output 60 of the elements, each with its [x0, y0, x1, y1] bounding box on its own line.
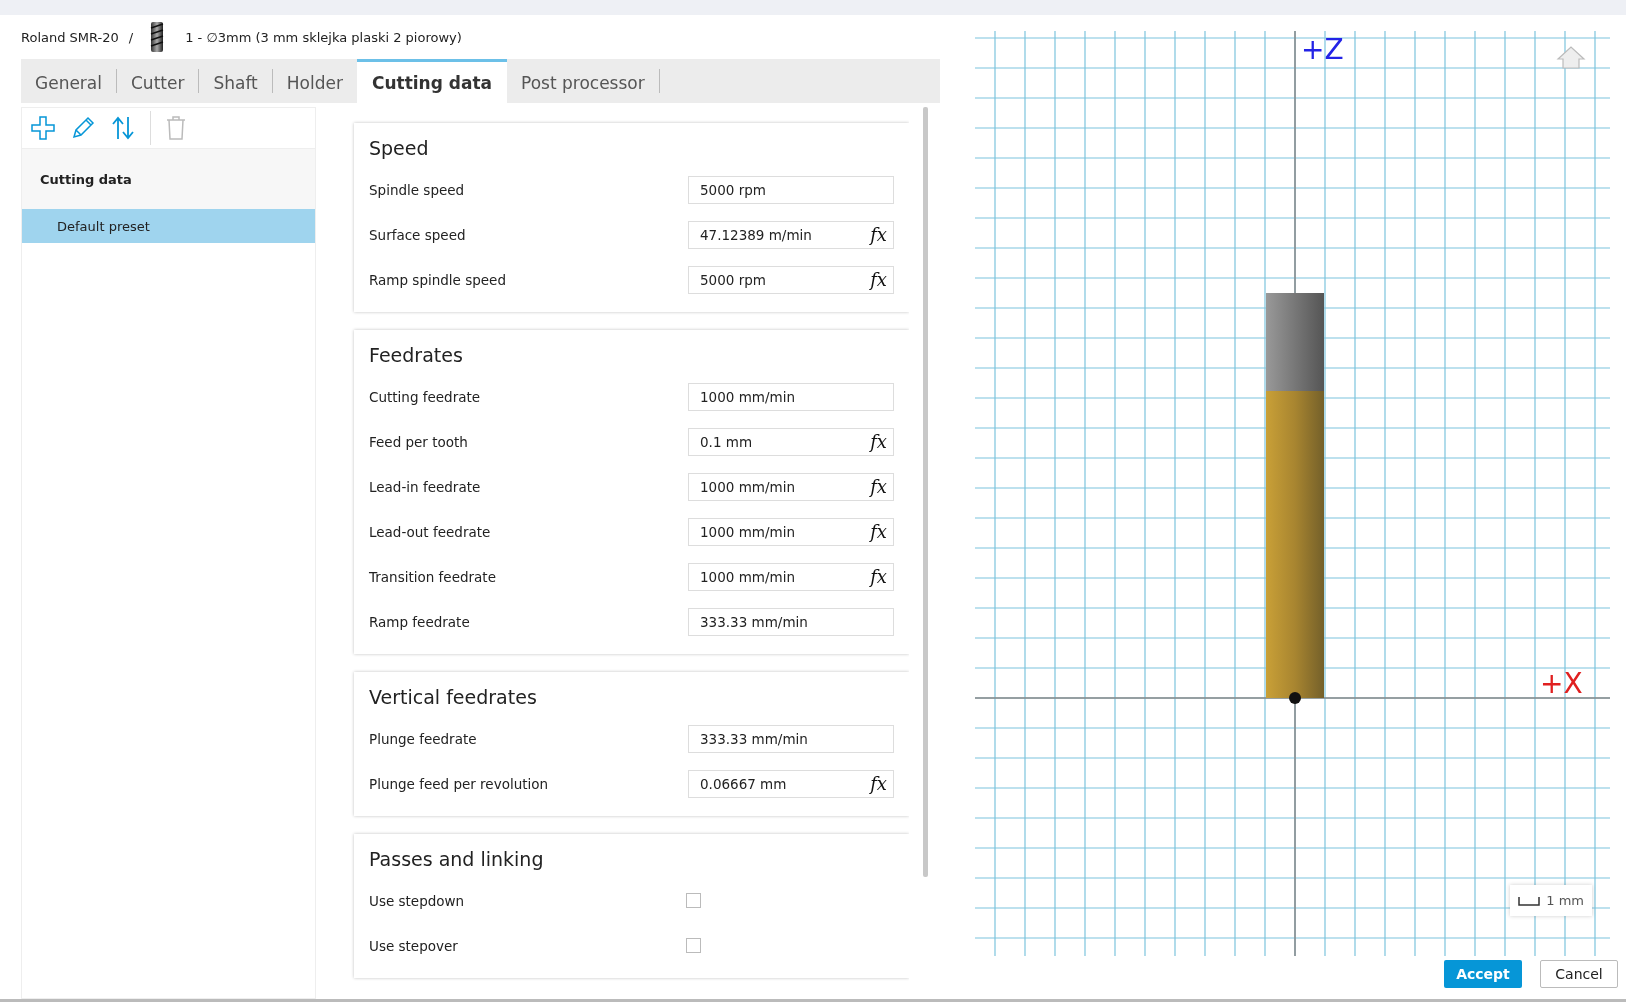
breadcrumb-separator: / [128, 29, 134, 45]
field-label: Surface speed [369, 226, 466, 243]
add-icon[interactable] [30, 115, 56, 141]
field-label: Use stepdown [369, 892, 465, 909]
section-title: Vertical feedrates [369, 686, 538, 708]
field-label: Cutting feedrate [369, 388, 481, 405]
tab[interactable]: Cutting data [356, 59, 508, 103]
formula-button[interactable]: fx [870, 431, 887, 452]
field-label: Spindle speed [369, 181, 465, 198]
tool-name: 1 - ∅3mm (3 mm sklejka plaski 2 piorowy) [185, 29, 462, 45]
section-title: Passes and linking [369, 848, 545, 870]
field-label: Use stepover [369, 937, 458, 954]
field-label: Transition feedrate [369, 568, 496, 585]
x-axis-label: +X [1540, 667, 1583, 700]
trash-icon[interactable] [165, 115, 187, 141]
field-label: Feed per tooth [369, 433, 468, 450]
input-field[interactable]: 47.12389 m/min fx [688, 220, 894, 249]
scrollbar[interactable] [923, 107, 928, 877]
end-mill-icon [149, 22, 166, 52]
formula-button[interactable]: fx [870, 773, 887, 794]
formula-button[interactable]: fx [870, 269, 887, 290]
field-label: Ramp feedrate [369, 613, 470, 630]
input-field[interactable]: 0.1 mm fx [688, 427, 894, 456]
z-axis-label: +Z [1301, 33, 1344, 66]
formula-button[interactable]: fx [870, 224, 887, 245]
input-field[interactable]: 1000 mm/min fx [688, 517, 894, 546]
checkbox[interactable] [686, 893, 701, 908]
scale-label: 1 mm [1546, 893, 1584, 908]
input-field[interactable]: 333.33 mm/min [688, 724, 894, 753]
checkbox[interactable] [686, 938, 701, 953]
field-label: Ramp spindle speed [369, 271, 506, 288]
cancel-button[interactable]: Cancel [1540, 960, 1618, 988]
field-label: Lead-in feedrate [369, 478, 481, 495]
home-icon[interactable] [1556, 46, 1586, 69]
formula-button[interactable]: fx [870, 521, 887, 542]
formula-button[interactable]: fx [870, 566, 887, 587]
section-title: Feedrates [369, 344, 464, 366]
field-label: Plunge feed per revolution [369, 775, 549, 792]
scale-bar-icon [1518, 895, 1541, 906]
tab[interactable]: Shaft [199, 59, 272, 103]
input-field[interactable]: 1000 mm/min [688, 382, 894, 411]
tab[interactable]: Cutter [117, 59, 199, 103]
sidebar-title: Cutting data [40, 171, 132, 187]
preset-item[interactable]: Default preset [22, 209, 315, 243]
tab[interactable]: General [21, 59, 116, 103]
machine-name[interactable]: Roland SMR-20 [21, 29, 119, 45]
input-field[interactable]: 5000 rpm fx [688, 265, 894, 294]
input-field[interactable]: 333.33 mm/min [688, 607, 894, 636]
input-field[interactable]: 1000 mm/min fx [688, 562, 894, 591]
input-field[interactable]: 5000 rpm [688, 175, 894, 204]
input-field[interactable]: 1000 mm/min fx [688, 472, 894, 501]
field-label: Lead-out feedrate [369, 523, 491, 540]
field-label: Plunge feedrate [369, 730, 477, 747]
tab[interactable]: Post processor [507, 59, 659, 103]
edit-icon[interactable] [70, 115, 96, 141]
section-title: Speed [369, 137, 430, 159]
input-field[interactable]: 0.06667 mm fx [688, 769, 894, 798]
swap-arrows-icon[interactable] [110, 115, 136, 141]
tab[interactable]: Holder [272, 59, 357, 103]
formula-button[interactable]: fx [870, 476, 887, 497]
